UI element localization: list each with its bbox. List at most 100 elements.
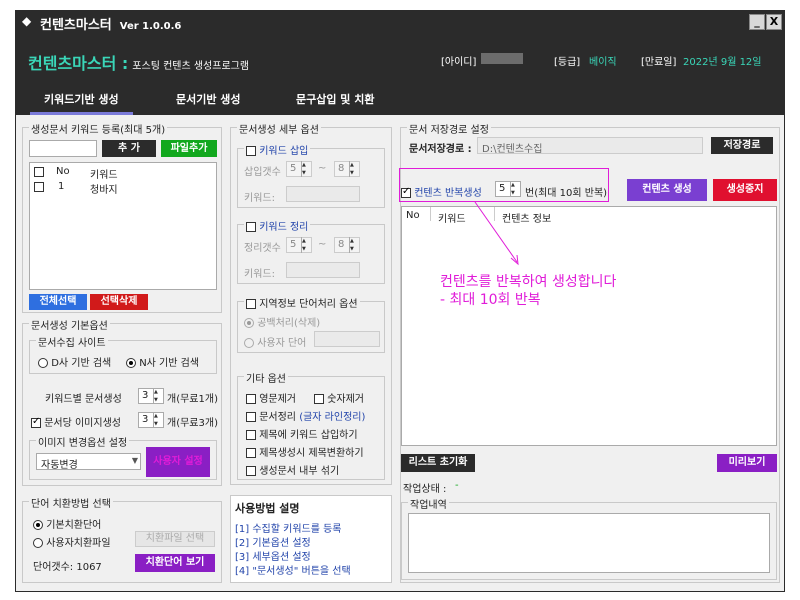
image-option-select[interactable]: 자동변경 ▼ <box>36 453 141 471</box>
keyword-row-keyword[interactable]: 청바지 <box>90 181 118 196</box>
keyword-input[interactable] <box>29 140 97 157</box>
save-path-button[interactable]: 저장경로 <box>711 137 773 154</box>
header: 컨텐츠마스터 : 포스팅 컨텐츠 생성프로그램 [아이디] [등급] 베이직 [만… <box>16 33 784 83</box>
preview-button[interactable]: 미리보기 <box>717 454 777 472</box>
radio-basic-replace[interactable] <box>33 520 43 530</box>
annotation-arrow-icon <box>474 201 519 266</box>
kw-sort-checkbox[interactable] <box>246 222 256 232</box>
usage-step-1: [1] 수집할 키워드를 등록 <box>235 524 342 535</box>
image-gen-unit: 개(무료3개) <box>167 418 218 429</box>
sort-max-stepper[interactable]: 8 <box>334 237 360 253</box>
per-keyword-label: 키워드별 문서생성 <box>45 394 122 405</box>
version-label: Ver 1.0.0.6 <box>119 21 182 32</box>
save-path-label: 문서저장경로 : <box>409 144 472 155</box>
title-replace-label: 제목생성시 제목변환하기 <box>259 448 364 459</box>
col-keyword: 키워드 <box>90 170 118 181</box>
file-add-button[interactable]: 파일추가 <box>161 140 217 157</box>
shuffle-label: 생성문서 내부 섞기 <box>259 466 340 477</box>
annotation-line-2: - 최대 10회 반복 <box>440 292 541 308</box>
remove-number-checkbox[interactable] <box>314 394 324 404</box>
grade-label: [등급] <box>554 57 581 68</box>
radio-n-search[interactable] <box>126 358 136 368</box>
brand: 컨텐츠마스터 : 포스팅 컨텐츠 생성프로그램 <box>28 50 249 74</box>
keyword-header-checkbox[interactable] <box>34 167 44 177</box>
tab-phrase-insert[interactable]: 문구삽입 및 치환 <box>296 91 375 107</box>
usage-step-4: [4] "문서생성" 버튼을 선택 <box>235 566 351 577</box>
radio-n-label: N사 기반 검색 <box>139 358 200 369</box>
id-label: [아이디] <box>441 57 477 68</box>
brand-subtitle: 포스팅 컨텐츠 생성프로그램 <box>132 61 250 72</box>
replace-file-select-button[interactable]: 치환파일 선택 <box>135 531 215 547</box>
tab-document-based[interactable]: 문서기반 생성 <box>176 91 241 107</box>
insert-max-stepper[interactable]: 8 <box>334 161 360 177</box>
keyword-row-checkbox[interactable] <box>34 182 44 192</box>
kw-insert-checkbox[interactable] <box>246 146 256 156</box>
close-button[interactable]: X <box>766 14 782 30</box>
doc-sort-checkbox[interactable] <box>246 412 256 422</box>
keyword-register-group: 생성문서 키워드 등록(최대 5개) 추 가 파일추가 No 키워드 1 청바지… <box>22 121 222 313</box>
status-value: - <box>455 480 459 491</box>
remove-english-checkbox[interactable] <box>246 394 256 404</box>
image-option-select-value: 자동변경 <box>41 460 78 471</box>
title-insert-checkbox[interactable] <box>246 430 256 440</box>
insert-keyword-label: 키워드: <box>244 193 275 204</box>
sort-keyword-input[interactable] <box>286 262 360 278</box>
kw-insert-label: 키워드 삽입 <box>259 146 309 157</box>
usage-step-3: [3] 세부옵션 설정 <box>235 552 311 563</box>
brand-name: 컨텐츠마스터 : <box>28 54 129 73</box>
log-group: 작업내역 <box>401 496 777 580</box>
save-path-input[interactable]: D:\컨텐츠수집 <box>477 137 703 155</box>
shuffle-checkbox[interactable] <box>246 466 256 476</box>
add-keyword-button[interactable]: 추 가 <box>102 140 156 157</box>
view-replace-words-button[interactable]: 치환단어 보기 <box>135 554 215 572</box>
app-window: ◆ 컨텐츠마스터 Ver 1.0.0.6 _ X 컨텐츠마스터 : 포스팅 컨텐츠 … <box>15 10 785 592</box>
user-word-input[interactable] <box>314 331 380 347</box>
remove-number-label: 숫자제거 <box>327 394 364 405</box>
delete-selected-button[interactable]: 선택삭제 <box>90 294 148 310</box>
tab-keyword-based[interactable]: 키워드기반 생성 <box>30 91 133 115</box>
etc-title: 기타 옵션 <box>244 370 288 385</box>
sort-min-stepper[interactable]: 5 <box>286 237 312 253</box>
generate-content-button[interactable]: 컨텐츠 생성 <box>627 179 707 201</box>
image-gen-checkbox[interactable] <box>31 416 41 428</box>
log-textarea[interactable] <box>408 513 770 573</box>
radio-basic-label: 기본치환단어 <box>46 520 102 531</box>
region-checkbox[interactable] <box>246 299 256 309</box>
doc-sort-note: (글자 라인정리) <box>299 412 366 423</box>
expiry-label: [만료일] <box>641 57 677 68</box>
kw-sort-group: 키워드 정리 정리갯수 5 ~ 8 키워드: <box>237 218 385 284</box>
radio-user-word[interactable] <box>244 338 254 348</box>
per-keyword-unit: 개(무료1개) <box>167 394 218 405</box>
radio-user-label: 사용자치환파일 <box>46 538 111 549</box>
title-replace-checkbox[interactable] <box>246 448 256 458</box>
detail-options-title: 문서생성 세부 옵션 <box>237 121 321 136</box>
image-gen-stepper[interactable]: 3 <box>138 412 164 428</box>
usage-title: 사용방법 설명 <box>235 502 300 515</box>
region-group: 지역정보 단어처리 옵션 공백처리(삭제) 사용자 단어 <box>237 295 385 353</box>
radio-user-replace[interactable] <box>33 538 43 548</box>
select-all-button[interactable]: 전체선택 <box>29 294 87 310</box>
radio-blank[interactable] <box>244 318 254 328</box>
insert-keyword-input[interactable] <box>286 186 360 202</box>
annotation-line-1: 컨텐츠를 반복하여 생성합니다 <box>440 274 617 290</box>
radio-blank-label: 공백처리(삭제) <box>257 318 321 329</box>
etc-options-group: 기타 옵션 영문제거 숫자제거 문서정리 (글자 라인정리) 제목에 키워드 삽… <box>237 370 385 480</box>
list-reset-button[interactable]: 리스트 초기화 <box>401 454 475 472</box>
repeat-checkbox[interactable] <box>401 186 411 198</box>
stop-generate-button[interactable]: 생성중지 <box>713 179 777 201</box>
region-title: 지역정보 단어처리 옵션 <box>259 299 358 310</box>
grade-value: 베이직 <box>589 57 617 68</box>
radio-d-search[interactable] <box>38 358 48 368</box>
chevron-down-icon: ▼ <box>131 456 138 465</box>
radio-d-label: D사 기반 검색 <box>51 358 112 369</box>
save-path-title: 문서 저장경로 설정 <box>407 121 491 136</box>
usage-step-2: [2] 기본옵션 설정 <box>235 538 311 549</box>
per-keyword-stepper[interactable]: 3 <box>138 388 164 404</box>
title-bar[interactable]: ◆ 컨텐츠마스터 Ver 1.0.0.6 _ X <box>16 11 784 33</box>
user-setting-button[interactable]: 사용자 설정 <box>146 447 210 477</box>
status-label: 작업상태 : <box>403 484 447 495</box>
right-panel: 문서 저장경로 설정 문서저장경로 : D:\컨텐츠수집 저장경로 컨텐츠 반복… <box>399 121 780 583</box>
repeat-stepper[interactable]: 5 <box>495 181 521 197</box>
minimize-button[interactable]: _ <box>749 14 765 30</box>
insert-min-stepper[interactable]: 5 <box>286 161 312 177</box>
